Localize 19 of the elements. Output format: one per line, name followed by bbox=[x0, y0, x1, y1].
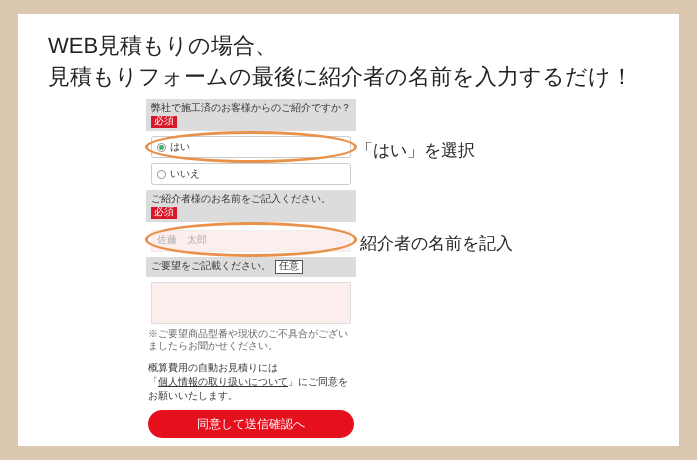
question-label: ご紹介者様のお名前をご記入ください。 bbox=[151, 193, 331, 206]
slide-title: 見積もりフォームの最後に紹介者の名前を入力するだけ！ bbox=[48, 63, 633, 91]
consent-text: 概算費用の自動お見積りには「個人情報の取り扱いについて」にご同意をお願いいたします。 bbox=[147, 362, 349, 404]
submit-button[interactable]: 同意して送信確認へ bbox=[148, 410, 354, 438]
question-label: 弊社で施工済のお客様からのご紹介ですか？ bbox=[151, 102, 351, 115]
annotation-text: 紹介者の名前を記入 bbox=[360, 233, 513, 255]
required-badge: 必須 bbox=[151, 207, 177, 219]
radio-option[interactable]: いいえ bbox=[151, 163, 351, 185]
required-badge: 必須 bbox=[151, 116, 177, 128]
question-label: ご要望をご記載ください。 bbox=[151, 260, 271, 273]
optional-badge: 任意 bbox=[275, 260, 303, 274]
radio-option[interactable]: はい bbox=[151, 136, 351, 158]
privacy-policy-link[interactable]: 個人情報の取り扱いについて bbox=[158, 376, 288, 388]
radio-button[interactable] bbox=[157, 142, 166, 152]
field-note: ※ご要望商品型番や現状のご不具合がございましたらお聞かせください。 bbox=[148, 328, 349, 352]
radio-button[interactable] bbox=[157, 170, 166, 178]
slide-title: WEB見積もりの場合、 bbox=[48, 32, 278, 60]
name-input-field[interactable]: 佐藤 太郎 bbox=[151, 230, 351, 252]
annotation-text: 「はい」を選択 bbox=[356, 140, 475, 162]
